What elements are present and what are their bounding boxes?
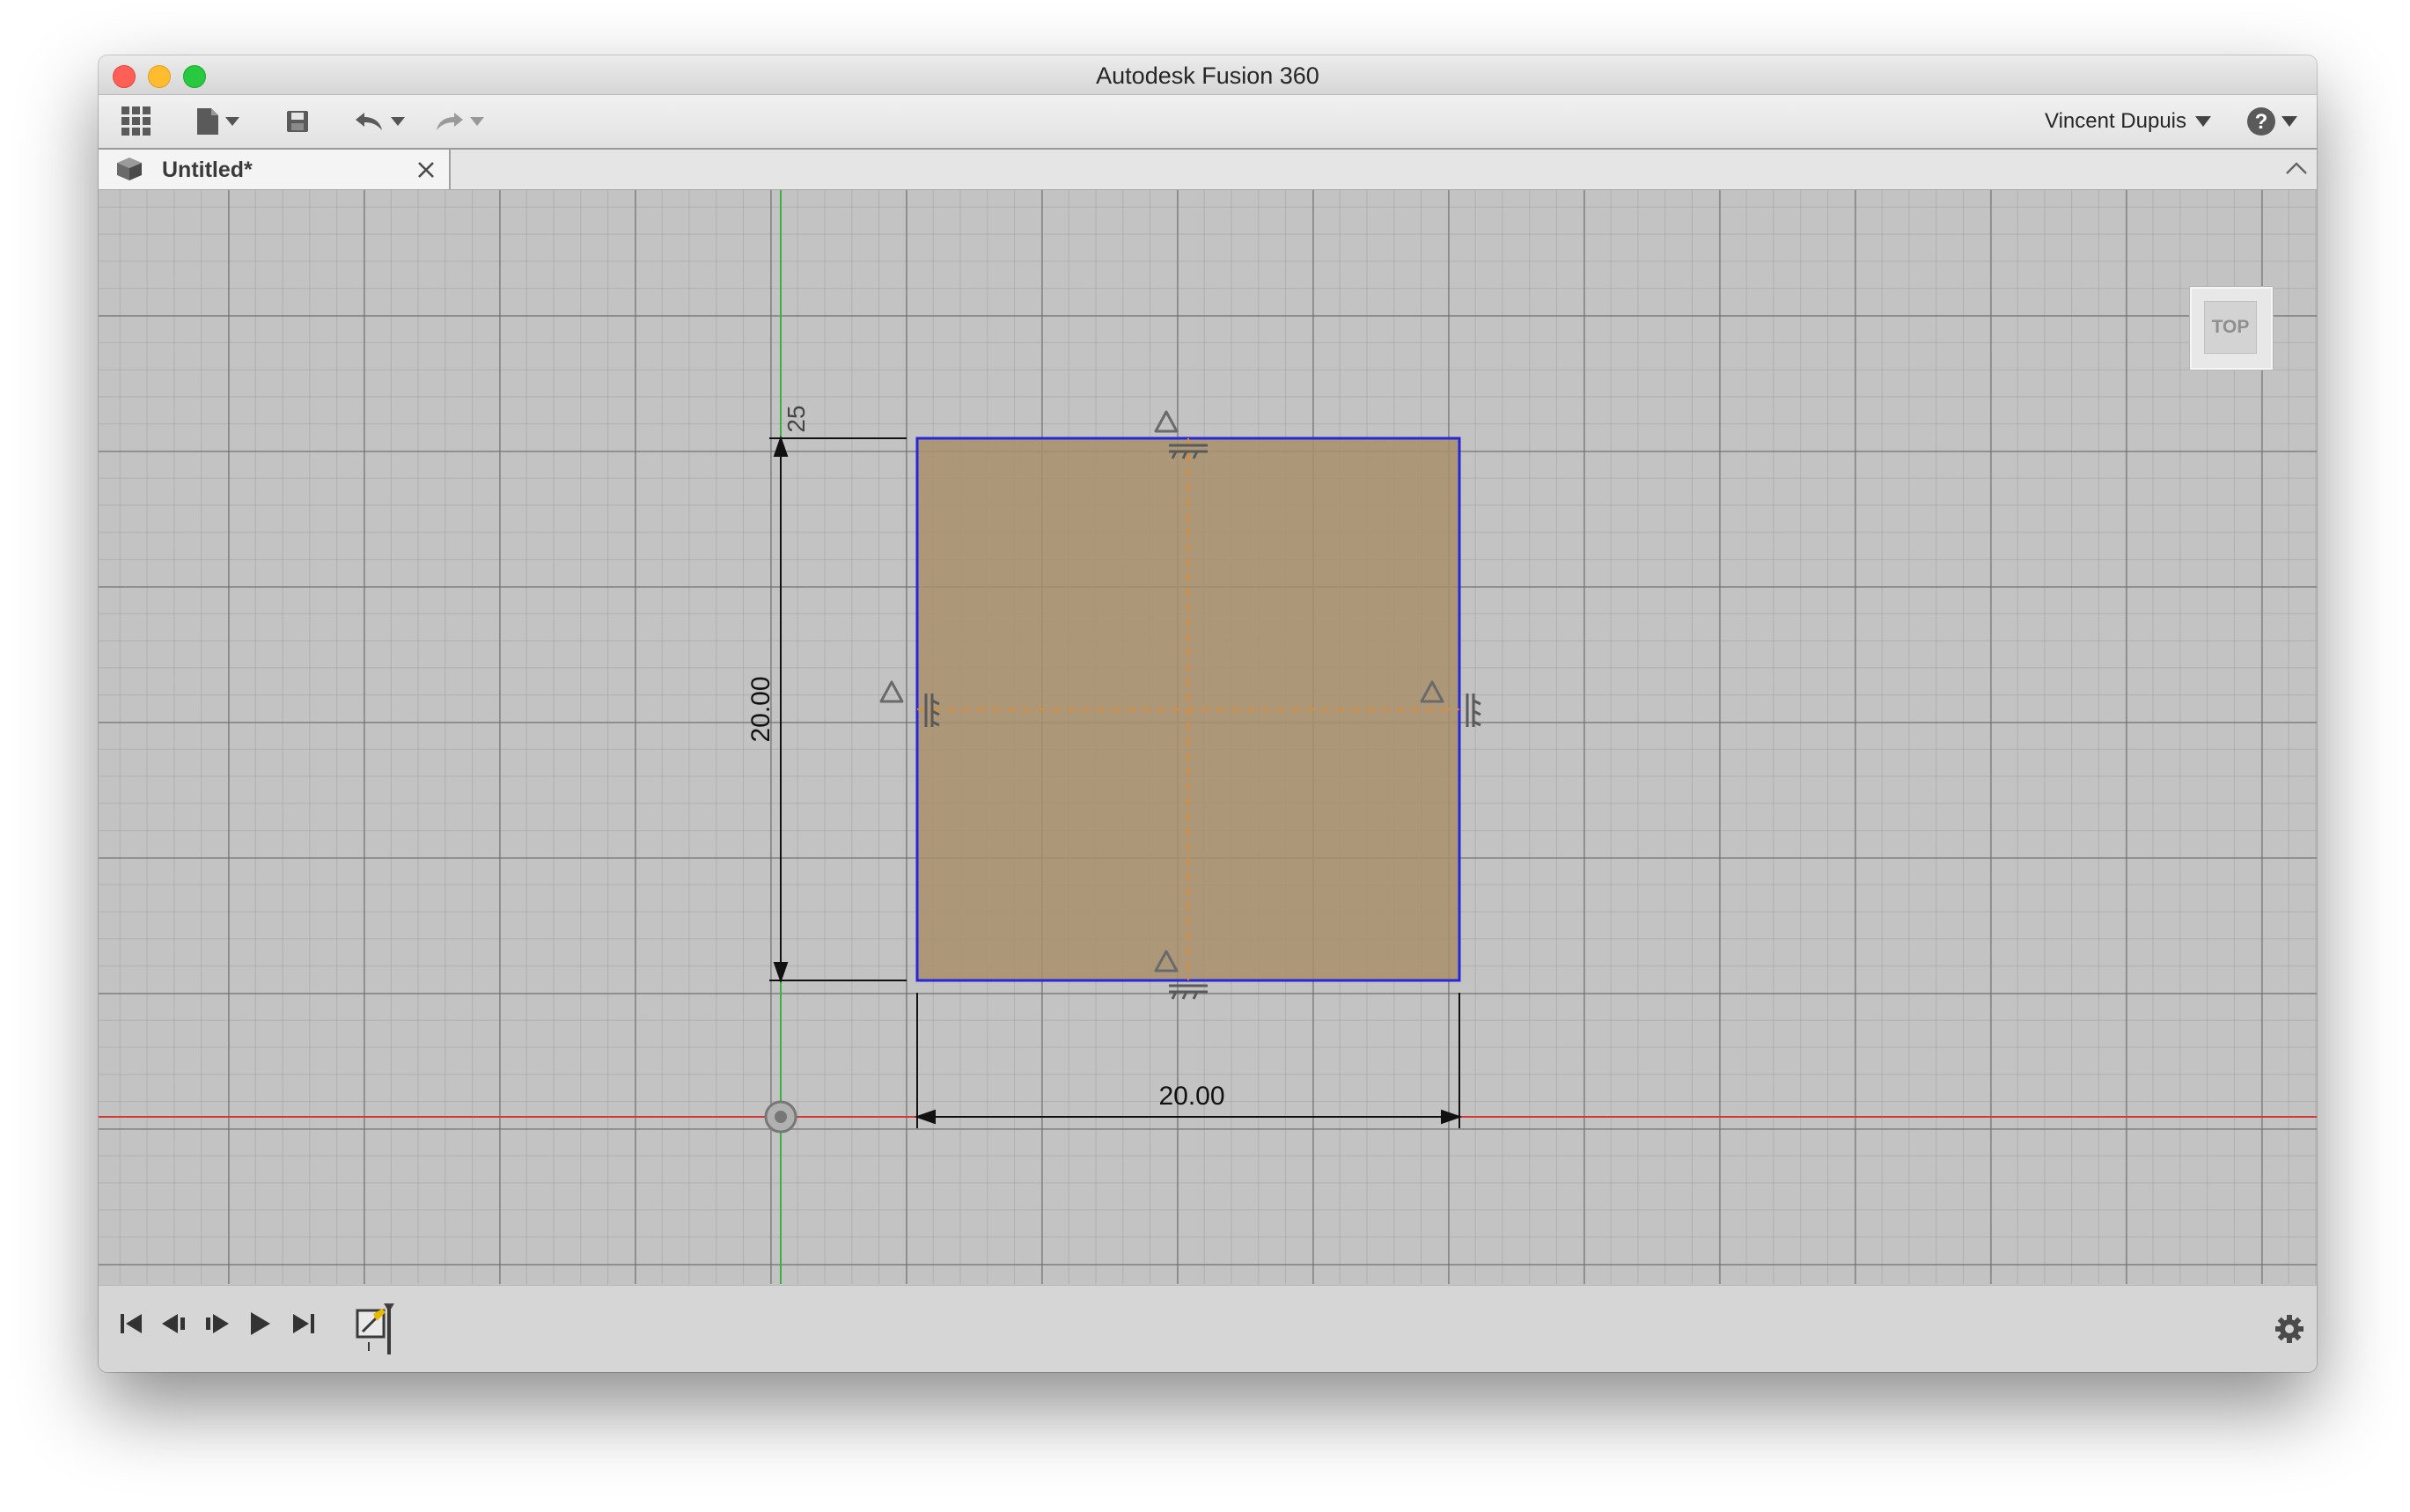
timeline-bar [99, 1285, 2317, 1372]
help-icon: ? [2247, 107, 2275, 136]
collapse-chevron-up-icon[interactable] [2285, 160, 2308, 176]
chevron-down-icon [2281, 116, 2297, 127]
chevron-down-icon [225, 117, 239, 126]
file-menu-button[interactable] [195, 95, 239, 148]
play-icon[interactable] [246, 1310, 273, 1337]
sketch-canvas[interactable]: 20.00 25 20.00 TOP [99, 190, 2317, 1284]
vertical-dimension-value[interactable]: 20.00 [746, 676, 775, 742]
tab-untitled[interactable]: Untitled* [99, 150, 451, 189]
origin-point-icon[interactable] [764, 1100, 797, 1134]
midpoint-constraint-icon[interactable] [1154, 410, 1179, 433]
user-menu-button[interactable]: Vincent Dupuis [2045, 95, 2211, 148]
horizontal-dimension-value[interactable]: 20.00 [1158, 1082, 1224, 1111]
skip-to-end-icon[interactable] [290, 1310, 317, 1337]
horizontal-constraint-icon[interactable] [1169, 984, 1208, 1000]
svg-text:?: ? [2255, 110, 2268, 134]
chevron-down-icon [2195, 116, 2211, 127]
midpoint-constraint-icon[interactable] [879, 680, 904, 703]
title-bar: Autodesk Fusion 360 [99, 55, 2317, 95]
chevron-down-icon [391, 117, 405, 126]
file-icon [197, 108, 218, 135]
sketch-drawing: 20.00 25 20.00 [99, 190, 2317, 1284]
vertical-constraint-icon[interactable] [1466, 694, 1481, 727]
view-cube-top-face[interactable]: TOP [2204, 301, 2257, 354]
tab-label: Untitled* [162, 158, 253, 182]
user-name: Vincent Dupuis [2045, 109, 2186, 133]
grid-icon [121, 106, 151, 136]
data-panel-button[interactable] [121, 95, 151, 148]
sketch-feature-icon[interactable] [354, 1302, 396, 1356]
component-icon [117, 158, 142, 180]
undo-button[interactable] [354, 95, 405, 148]
save-button[interactable] [285, 95, 310, 148]
redo-icon [437, 113, 463, 130]
offset-dimension-value[interactable]: 25 [783, 405, 810, 432]
toolbar: Vincent Dupuis ? [99, 95, 2317, 150]
document-tab-bar: Untitled* [99, 150, 2317, 190]
vertical-dimension[interactable] [769, 435, 907, 984]
view-cube[interactable]: TOP [2190, 287, 2273, 370]
skip-to-start-icon[interactable] [118, 1310, 144, 1337]
step-back-icon[interactable] [160, 1310, 190, 1337]
close-icon[interactable] [417, 161, 435, 179]
undo-icon [356, 113, 382, 130]
window-title: Autodesk Fusion 360 [1096, 62, 1319, 89]
chevron-down-icon [470, 117, 484, 126]
step-forward-icon[interactable] [202, 1310, 232, 1337]
gear-icon[interactable] [2274, 1314, 2304, 1344]
help-button[interactable]: ? [2246, 95, 2297, 148]
app-window: Autodesk Fusion 360 Vincent Dupuis ? Unt… [99, 55, 2317, 1372]
save-icon [287, 111, 308, 132]
redo-button[interactable] [433, 95, 484, 148]
